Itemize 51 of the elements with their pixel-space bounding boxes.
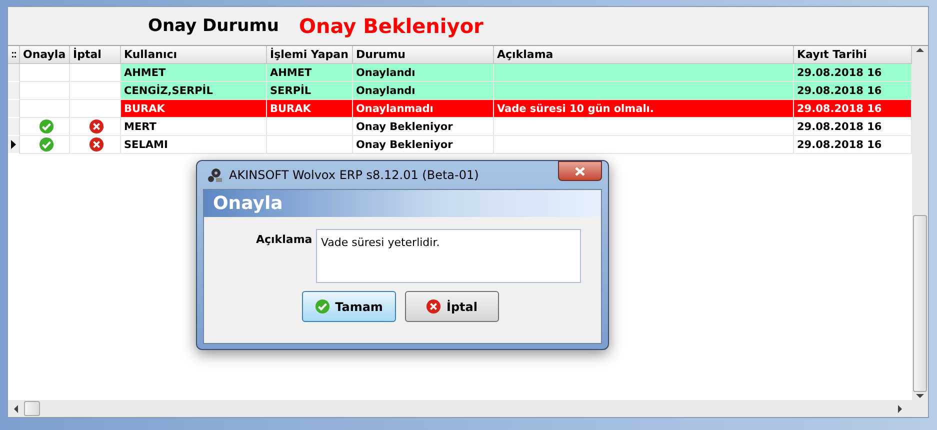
table-cell: CENGİZ,SERPİL — [121, 82, 267, 100]
scroll-up-icon[interactable] — [916, 46, 924, 54]
column-header[interactable]: İptal — [70, 46, 121, 64]
table-cell: Onaylanmadı — [353, 100, 494, 118]
column-header[interactable]: Kayıt Tarihi — [794, 46, 912, 64]
dots-icon — [12, 50, 16, 58]
table-cell: AHMET — [121, 64, 267, 82]
table-cell: 29.08.2018 16 — [794, 136, 912, 154]
column-header[interactable]: İşlemi Yapan — [267, 46, 353, 64]
table-cell: SERPİL — [267, 82, 353, 100]
table-cell: MERT — [121, 118, 267, 136]
scroll-right-icon[interactable] — [896, 404, 904, 412]
table-cell: AHMET — [267, 64, 353, 82]
close-icon — [575, 166, 585, 176]
table-cell: Onay Bekleniyor — [353, 118, 494, 136]
column-header[interactable]: Kullanıcı — [121, 46, 267, 64]
current-row-icon — [11, 140, 16, 149]
status-label: Onay Durumu — [148, 16, 280, 36]
table-cell: Onay Bekleniyor — [353, 136, 494, 154]
table-cell: 29.08.2018 16 — [794, 64, 912, 82]
dialog-title: AKINSOFT Wolvox ERP s8.12.01 (Beta-01) — [229, 168, 479, 182]
table-cell: SELAMI — [121, 136, 267, 154]
table-cell: Vade süresi 10 gün olmalı. — [494, 100, 794, 118]
column-header[interactable]: Durumu — [353, 46, 494, 64]
table-cell: BURAK — [267, 100, 353, 118]
cancel-button[interactable]: İptal — [405, 291, 499, 322]
column-header[interactable]: Onayla — [20, 46, 70, 64]
table-cell: BURAK — [121, 100, 267, 118]
check-icon[interactable] — [38, 137, 54, 152]
table-cell: 29.08.2018 16 — [794, 100, 912, 118]
table-cell: Onaylandı — [353, 64, 494, 82]
cancel-icon[interactable] — [89, 137, 104, 152]
column-header[interactable]: Açıklama — [494, 46, 794, 64]
table-cell: Onaylandı — [353, 82, 494, 100]
cancel-icon[interactable] — [89, 119, 104, 134]
gears-icon — [207, 167, 223, 183]
dialog-heading: Onayla — [204, 190, 601, 217]
status-value: Onay Bekleniyor — [299, 14, 484, 38]
scroll-thumb[interactable] — [913, 215, 927, 392]
cancel-icon[interactable] — [426, 299, 442, 314]
close-button[interactable] — [558, 161, 602, 181]
vertical-scrollbar[interactable] — [912, 46, 928, 400]
description-field[interactable]: Vade süresi yeterlidir. — [316, 229, 581, 283]
scroll-left-icon[interactable] — [12, 404, 20, 412]
row-indicator[interactable] — [8, 136, 20, 154]
scroll-thumb[interactable] — [24, 401, 40, 416]
ok-button[interactable]: Tamam — [302, 291, 396, 322]
table-cell: 29.08.2018 16 — [794, 118, 912, 136]
check-icon[interactable] — [315, 299, 330, 314]
check-icon[interactable] — [38, 119, 54, 134]
table-cell: 29.08.2018 16 — [794, 82, 912, 100]
